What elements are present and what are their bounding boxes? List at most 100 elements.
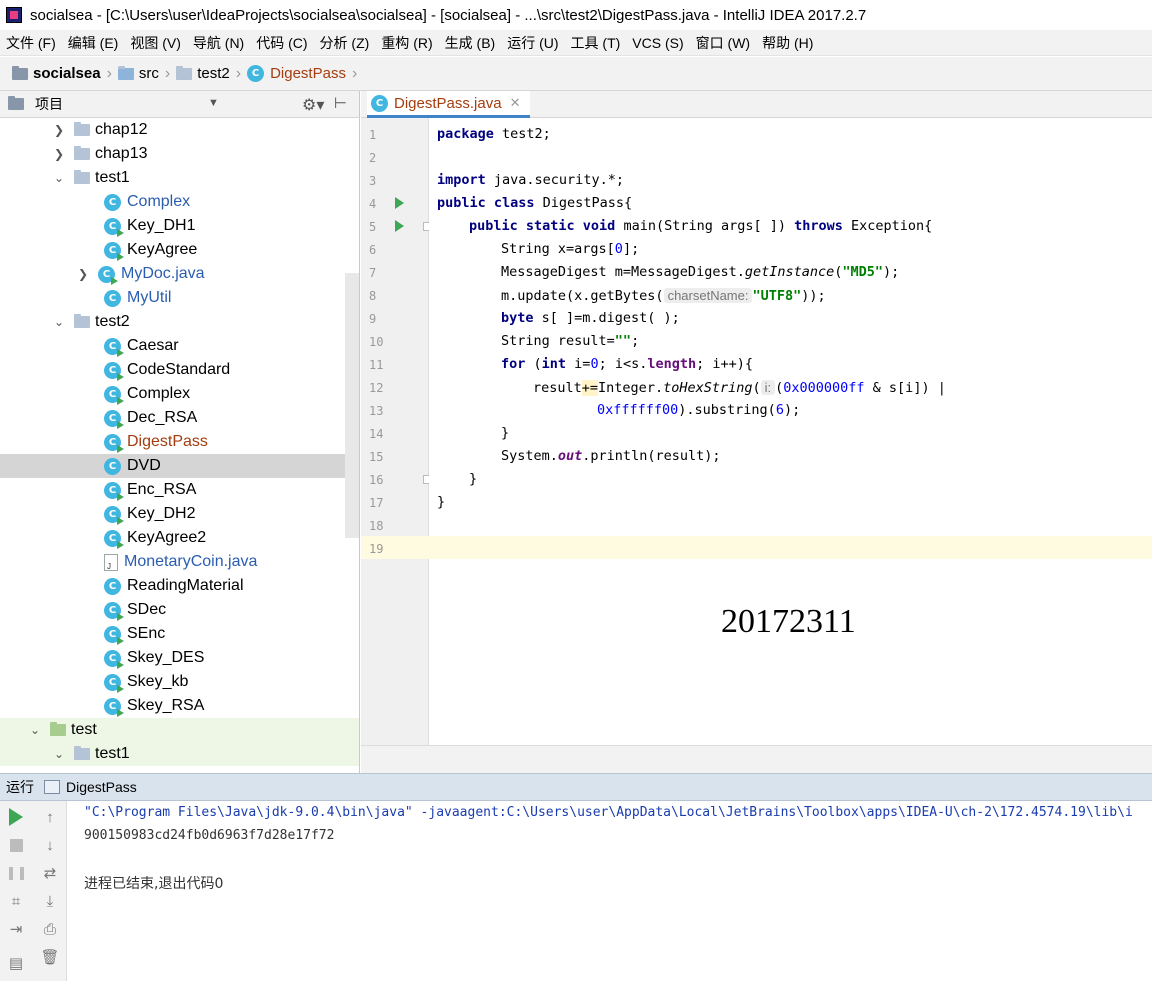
run-main-icon[interactable] <box>395 220 404 232</box>
line-number: 15 <box>369 450 384 464</box>
menu-code[interactable]: 代码 (C) <box>256 33 307 53</box>
chevron-down-icon[interactable]: ⌄ <box>50 315 68 329</box>
tree-item-codestandard[interactable]: C CodeStandard <box>0 358 359 382</box>
tree-scrollbar[interactable] <box>345 273 359 538</box>
tree-item-key-dh2[interactable]: C Key_DH2 <box>0 502 359 526</box>
class-icon: C <box>104 457 121 475</box>
menu-run[interactable]: 运行 (U) <box>507 33 558 53</box>
code-line-6: String x=args[0]; <box>501 241 640 257</box>
runnable-class-icon: C <box>104 409 124 429</box>
rerun-icon[interactable] <box>6 807 26 827</box>
breadcrumb-package[interactable]: test2 › <box>176 65 241 83</box>
runnable-class-icon: C <box>98 265 118 285</box>
trash-icon[interactable]: 🗑 <box>40 947 60 967</box>
line-number: 6 <box>369 243 377 257</box>
stop-icon[interactable] <box>6 835 26 855</box>
tree-item-complex2[interactable]: C Complex <box>0 382 359 406</box>
tree-node-chap12[interactable]: ❯ chap12 <box>0 118 359 142</box>
login-icon[interactable]: ⇥ <box>6 919 26 939</box>
chevron-right-icon: › <box>235 64 242 82</box>
tree-item-key-dh1[interactable]: C Key_DH1 <box>0 214 359 238</box>
tree-item-keyagree[interactable]: C KeyAgree <box>0 238 359 262</box>
code-line-9: byte s[ ]=m.digest( ); <box>501 310 680 326</box>
parameter-hint: i: <box>760 380 776 395</box>
menu-view[interactable]: 视图 (V) <box>130 33 181 53</box>
runnable-class-icon: C <box>104 385 124 405</box>
project-folder-icon <box>12 65 28 80</box>
menu-help[interactable]: 帮助 (H) <box>762 33 813 53</box>
code-line-11: for (int i=0; i<s.length; i++){ <box>501 356 754 372</box>
collapse-panel-icon[interactable]: ⊢ <box>334 94 347 112</box>
chevron-right-icon[interactable]: ❯ <box>50 147 68 161</box>
arrow-down-icon[interactable]: ↓ <box>40 835 60 855</box>
scroll-to-end-icon[interactable]: ⤓ <box>40 891 60 911</box>
code-editor[interactable]: package test2; import java.security.*; p… <box>429 118 1152 745</box>
line-number: 18 <box>369 519 384 533</box>
tree-item-keyagree2[interactable]: C KeyAgree2 <box>0 526 359 550</box>
breadcrumb-file[interactable]: C DigestPass › <box>247 65 357 83</box>
gear-icon[interactable]: ⚙▾ <box>302 95 324 115</box>
line-number: 9 <box>369 312 377 326</box>
tree-item-skey-kb[interactable]: C Skey_kb <box>0 670 359 694</box>
menu-file[interactable]: 文件 (F) <box>6 33 56 53</box>
chevron-down-icon[interactable]: ⌄ <box>50 747 68 761</box>
menu-build[interactable]: 生成 (B) <box>445 33 496 53</box>
menu-edit[interactable]: 编辑 (E) <box>68 33 119 53</box>
package-icon <box>74 170 90 184</box>
chevron-down-icon[interactable]: ⌄ <box>50 171 68 185</box>
menu-window[interactable]: 窗口 (W) <box>696 33 750 53</box>
breadcrumb-project[interactable]: socialsea › <box>12 65 112 83</box>
tree-node-test1[interactable]: ⌄ test1 <box>0 166 359 190</box>
tree-node-test-test1[interactable]: ⌄ test1 <box>0 742 359 766</box>
tree-node-test2[interactable]: ⌄ test2 <box>0 310 359 334</box>
code-line-8: m.update(x.getBytes(charsetName: "UTF8"))… <box>501 288 826 304</box>
tree-item-dvd[interactable]: C DVD <box>0 454 359 478</box>
tree-item-myutil[interactable]: C MyUtil <box>0 286 359 310</box>
line-number: 2 <box>369 151 377 165</box>
camera-icon[interactable]: ⌗ <box>6 891 26 911</box>
menu-vcs[interactable]: VCS (S) <box>632 35 683 51</box>
arrow-up-icon[interactable]: ↑ <box>40 807 60 827</box>
layout-icon[interactable]: ▤ <box>6 953 26 973</box>
line-number: 7 <box>369 266 377 280</box>
run-panel-header: 运行 DigestPass <box>0 773 1152 801</box>
run-class-icon[interactable] <box>395 197 404 209</box>
runnable-class-icon: C <box>104 529 124 549</box>
tree-item-caesar[interactable]: C Caesar <box>0 334 359 358</box>
tree-item-senc[interactable]: C SEnc <box>0 622 359 646</box>
tab-digestpass[interactable]: C DigestPass.java ✕ <box>367 91 531 118</box>
code-line-16: } <box>469 471 478 487</box>
menu-refactor[interactable]: 重构 (R) <box>381 33 432 53</box>
tree-item-mydoc[interactable]: ❯ C MyDoc.java <box>0 262 359 286</box>
tree-item-digestpass[interactable]: C DigestPass <box>0 430 359 454</box>
run-tab-digestpass[interactable]: DigestPass <box>66 779 137 795</box>
tree-node-test[interactable]: ⌄ test <box>0 718 359 742</box>
tree-item-monetarycoin[interactable]: MonetaryCoin.java <box>0 550 359 574</box>
project-panel-title[interactable]: 项目 <box>35 94 63 114</box>
line-number: 14 <box>369 427 384 441</box>
tree-item-readingmaterial[interactable]: C ReadingMaterial <box>0 574 359 598</box>
tree-item-complex[interactable]: C Complex <box>0 190 359 214</box>
soft-wrap-icon[interactable]: ⇄ <box>40 863 60 883</box>
breadcrumb: socialsea › src › test2 › C DigestPass › <box>0 57 1152 91</box>
tree-item-enc-rsa[interactable]: C Enc_RSA <box>0 478 359 502</box>
view-dropdown-icon[interactable]: ▼ <box>208 97 219 109</box>
intellij-app-icon <box>6 7 22 23</box>
menu-tools[interactable]: 工具 (T) <box>571 33 621 53</box>
menu-analyze[interactable]: 分析 (Z) <box>320 33 370 53</box>
class-icon: C <box>104 193 121 211</box>
breadcrumb-src[interactable]: src › <box>117 65 170 83</box>
chevron-down-icon[interactable]: ⌄ <box>26 723 44 737</box>
chevron-right-icon[interactable]: ❯ <box>74 267 92 281</box>
print-icon[interactable]: ⎙ <box>40 919 60 939</box>
chevron-right-icon[interactable]: ❯ <box>50 123 68 137</box>
pause-icon[interactable] <box>6 863 26 883</box>
console-output[interactable]: "C:\Program Files\Java\jdk-9.0.4\bin\jav… <box>68 801 1152 981</box>
tree-item-dec-rsa[interactable]: C Dec_RSA <box>0 406 359 430</box>
close-icon[interactable]: ✕ <box>510 95 521 111</box>
tree-item-skey-rsa[interactable]: C Skey_RSA <box>0 694 359 718</box>
menu-navigate[interactable]: 导航 (N) <box>193 33 244 53</box>
tree-item-sdec[interactable]: C SDec <box>0 598 359 622</box>
tree-node-chap13[interactable]: ❯ chap13 <box>0 142 359 166</box>
tree-item-skey-des[interactable]: C Skey_DES <box>0 646 359 670</box>
